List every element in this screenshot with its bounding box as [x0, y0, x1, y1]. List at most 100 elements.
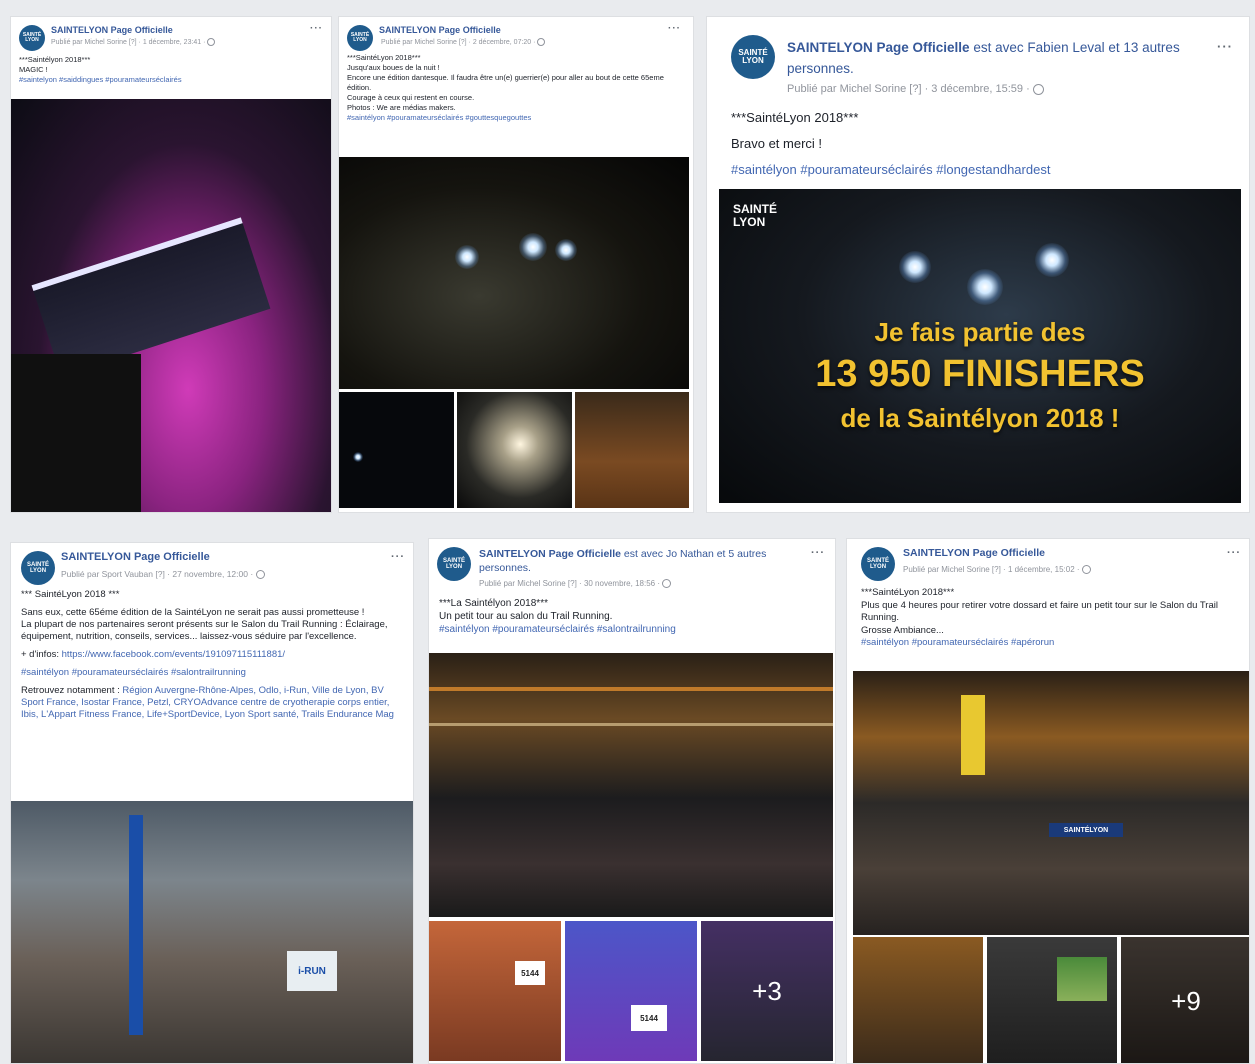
post-photo[interactable]: [339, 157, 689, 389]
finisher-banner[interactable]: SAINTÉ LYON Je fais partie des 13 950 FI…: [719, 189, 1241, 503]
post-line: Bravo et merci !: [731, 136, 823, 151]
post-photo-thumb[interactable]: 5144: [565, 921, 697, 1061]
roof-beam: [429, 723, 833, 726]
post-body: ***La Saintélyon 2018*** Un petit tour a…: [439, 597, 825, 636]
post-header: SAINTELYON Page Officielle est avec Jo N…: [479, 547, 799, 575]
page-name-link[interactable]: SAINTELYON Page Officielle: [479, 548, 621, 560]
banner-line-1: Je fais partie des: [874, 317, 1086, 347]
headlamp-light: [353, 452, 363, 462]
page-name-link[interactable]: SAINTELYON Page Officielle: [51, 25, 173, 35]
page-avatar[interactable]: SAINTÉ LYON: [437, 547, 471, 581]
post-photo-thumb[interactable]: [457, 392, 572, 508]
hashtags[interactable]: #saintelyon #saiddingues #pouramateurséc…: [19, 75, 323, 85]
headlamp-light: [899, 251, 931, 283]
avatar-line: LYON: [742, 56, 764, 65]
post-meta: Publié par Michel Sorine [?] · 30 novemb…: [479, 579, 672, 589]
event-link[interactable]: https://www.facebook.com/events/19109711…: [62, 649, 285, 660]
hashtags[interactable]: #saintélyon #pouramateurséclairés #apéro…: [861, 637, 1235, 650]
post-menu-button[interactable]: ···: [1227, 547, 1241, 559]
post-photo-thumb[interactable]: [339, 392, 454, 508]
banner-logo-line: LYON: [733, 215, 766, 229]
page-name-link[interactable]: SAINTELYON Page Officielle: [903, 547, 1045, 559]
post-line: ***La Saintélyon 2018***: [439, 598, 548, 609]
post-photo-thumb[interactable]: [987, 937, 1117, 1063]
page-avatar[interactable]: SAINTÉ LYON: [21, 551, 55, 585]
post-meta-text[interactable]: Publié par Michel Sorine [?] · 2 décembr…: [381, 39, 535, 46]
post-body: ***SaintéLyon 2018*** Bravo et merci ! #…: [731, 105, 1233, 183]
banner-line-2: 13 950 FINISHERS: [815, 353, 1145, 395]
post-photo-thumb[interactable]: 5144: [429, 921, 561, 1061]
hashtags[interactable]: #saintélyon #pouramateurséclairés #goutt…: [347, 113, 685, 123]
info-line: + d'infos: https://www.facebook.com/even…: [21, 649, 403, 661]
post-photo[interactable]: [11, 99, 331, 512]
page-name-link[interactable]: SAINTELYON Page Officielle: [379, 25, 501, 35]
post-meta: Publié par Michel Sorine [?] · 1 décembr…: [51, 38, 216, 46]
post-meta-text[interactable]: Publié par Michel Sorine [?] · 30 novemb…: [479, 579, 660, 588]
roof-beam: [429, 687, 833, 691]
page-name-link[interactable]: SAINTELYON Page Officielle: [787, 40, 970, 55]
post-line: ***Saintélyon 2018***: [19, 55, 91, 64]
race-bib: 5144: [631, 1005, 667, 1031]
stand-sign: SAINTÉLYON: [1049, 823, 1123, 837]
post-photo-thumb[interactable]: +9: [1121, 937, 1249, 1063]
page-avatar[interactable]: SAINTÉ LYON: [731, 35, 775, 79]
page-avatar[interactable]: SAINTÉ LYON: [347, 25, 373, 51]
hashtags[interactable]: #saintélyon #pouramateurséclairés #salon…: [21, 667, 403, 679]
post-photo-thumb[interactable]: [575, 392, 689, 508]
avatar-line: LYON: [445, 564, 463, 570]
page-name-link[interactable]: SAINTELYON Page Officielle: [61, 551, 210, 563]
post-body: *** SaintéLyon 2018 *** Sans eux, cette …: [21, 589, 403, 721]
post-photo-thumb[interactable]: +3: [701, 921, 833, 1061]
post-photo[interactable]: i-RUN: [11, 801, 413, 1063]
start-arch: [31, 217, 271, 377]
post-menu-button[interactable]: ···: [668, 23, 681, 34]
post-menu-button[interactable]: ···: [310, 23, 323, 34]
post-line: Photos : We are médias makers.: [347, 103, 456, 112]
post-card: SAINTÉ LYON SAINTELYON Page Officielle es…: [706, 16, 1250, 513]
post-photo[interactable]: SAINTÉLYON: [853, 671, 1249, 935]
post-card: SAINTÉ LYON SAINTELYON Page Officielle Pu…: [10, 16, 332, 513]
post-photo[interactable]: [429, 653, 833, 917]
post-header: SAINTELYON Page Officielle est avec Fabi…: [787, 37, 1207, 79]
globe-icon: [537, 38, 546, 46]
post-header: SAINTELYON Page Officielle: [379, 25, 501, 35]
post-body: ***SaintéLyon 2018*** Jusqu'aux boues de…: [347, 53, 685, 123]
irun-sign: i-RUN: [287, 951, 337, 991]
post-photo-thumb[interactable]: [853, 937, 983, 1063]
post-meta-text[interactable]: Publié par Michel Sorine [?] · 1 décembr…: [51, 39, 205, 46]
post-meta: Publié par Michel Sorine [?] · 3 décembr…: [787, 83, 1044, 95]
headlamp-light: [1035, 243, 1069, 277]
hashtags[interactable]: #saintélyon #pouramateurséclairés #longe…: [731, 157, 1233, 183]
banner-logo: SAINTÉ LYON: [733, 203, 777, 229]
page-avatar[interactable]: SAINTÉ LYON: [19, 25, 45, 51]
banner-flag: [129, 815, 143, 1035]
post-card: SAINTÉ LYON SAINTELYON Page Officielle Pu…: [338, 16, 694, 513]
post-menu-button[interactable]: ···: [1217, 39, 1233, 54]
post-header: SAINTELYON Page Officielle: [61, 551, 210, 563]
post-body: ***Saintélyon 2018*** MAGIC ! #saintelyo…: [19, 55, 323, 85]
post-line: *** SaintéLyon 2018 ***: [21, 589, 120, 600]
post-line: Sans eux, cette 65éme édition de la Sain…: [21, 607, 365, 618]
post-line: Encore une édition dantesque. Il faudra …: [347, 73, 664, 92]
globe-icon: [207, 38, 216, 46]
avatar-line: LYON: [25, 37, 39, 43]
post-line: MAGIC !: [19, 65, 48, 74]
more-photos-overlay[interactable]: +3: [701, 921, 833, 1061]
globe-icon: [662, 579, 672, 589]
post-menu-button[interactable]: ···: [811, 547, 825, 559]
post-menu-button[interactable]: ···: [391, 551, 405, 563]
page-avatar[interactable]: SAINTÉ LYON: [861, 547, 895, 581]
headlamp-light: [555, 239, 577, 261]
hashtags[interactable]: #saintélyon #pouramateurséclairés #salon…: [439, 623, 825, 636]
poster: [1057, 957, 1107, 1001]
post-meta: Publié par Michel Sorine [?] · 2 décembr…: [381, 38, 546, 46]
post-meta-text[interactable]: Publié par Sport Vauban [?] · 27 novembr…: [61, 569, 253, 579]
info-label: + d'infos:: [21, 649, 62, 660]
crowd: [11, 354, 141, 512]
avatar-line: LYON: [869, 564, 887, 570]
globe-icon: [255, 570, 265, 580]
partners-label: Retrouvez notamment :: [21, 685, 123, 696]
more-photos-overlay[interactable]: +9: [1121, 937, 1249, 1063]
post-meta-text[interactable]: Publié par Michel Sorine [?] · 3 décembr…: [787, 83, 1030, 95]
post-meta-text[interactable]: Publié par Michel Sorine [?] · 1 décembr…: [903, 565, 1080, 574]
